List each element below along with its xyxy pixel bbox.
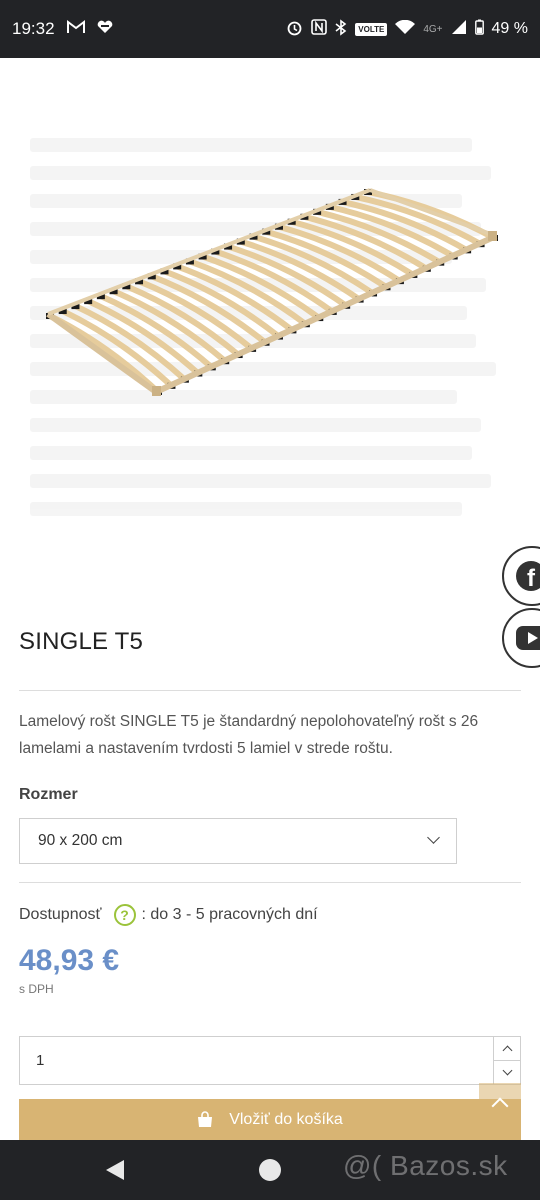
nfc-icon	[311, 19, 328, 39]
home-icon[interactable]	[259, 1159, 281, 1181]
quantity-value: 1	[36, 1052, 45, 1069]
youtube-icon	[516, 626, 540, 650]
battery-icon	[474, 19, 484, 39]
add-to-cart-label: Vložiť do košíka	[229, 1110, 343, 1128]
gmail-icon	[66, 20, 85, 38]
price-note: s DPH	[19, 982, 54, 996]
alarm-icon	[286, 19, 303, 40]
help-icon[interactable]: ?	[113, 904, 136, 926]
product-image[interactable]	[0, 58, 540, 610]
back-icon[interactable]	[106, 1160, 124, 1180]
facebook-icon: f	[516, 561, 540, 591]
quantity-decrease-button[interactable]	[494, 1060, 520, 1083]
product-description: Lamelový rošt SINGLE T5 je štandardný ne…	[19, 713, 479, 757]
signal-icon	[451, 19, 467, 39]
expand-icon[interactable]	[476, 607, 496, 610]
shopping-bag-icon	[197, 1111, 213, 1128]
availability-value: : do 3 - 5 pracovných dní	[141, 906, 318, 923]
add-to-cart-button[interactable]: Vložiť do košíka	[19, 1099, 521, 1140]
quantity-stepper[interactable]	[493, 1037, 520, 1084]
product-title: SINGLE T5	[19, 628, 144, 655]
scroll-to-top-button[interactable]	[479, 1083, 521, 1122]
quantity-field[interactable]: 1	[19, 1036, 521, 1085]
size-select[interactable]: 90 x 200 cm	[19, 818, 457, 864]
size-label: Rozmer	[19, 786, 78, 803]
watermark: @( Bazos.sk	[343, 1150, 508, 1181]
availability: Dostupnosť ? : do 3 - 5 pracovných dní	[19, 904, 318, 926]
divider	[19, 690, 521, 691]
availability-label: Dostupnosť	[19, 906, 102, 923]
slatted-bed-base-image	[46, 188, 498, 396]
chevron-up-icon	[502, 1045, 512, 1056]
heart-app-icon	[97, 20, 113, 38]
quantity-increase-button[interactable]	[494, 1037, 520, 1060]
network-type: 4G+	[423, 23, 443, 35]
status-bar: 19:32 VOLTE 4G+ 49 %	[0, 0, 540, 58]
size-select-value: 90 x 200 cm	[38, 832, 123, 849]
volte-badge: VOLTE	[355, 22, 388, 36]
chevron-up-icon	[491, 1097, 509, 1114]
chevron-down-icon	[427, 831, 440, 844]
chevron-down-icon	[502, 1065, 512, 1075]
battery-percent: 49 %	[491, 20, 528, 37]
status-time: 19:32	[12, 19, 55, 38]
bluetooth-icon	[335, 18, 347, 40]
divider	[19, 882, 521, 883]
youtube-button[interactable]	[502, 608, 540, 668]
price: 48,93 €	[19, 944, 120, 977]
wifi-icon	[395, 19, 416, 39]
